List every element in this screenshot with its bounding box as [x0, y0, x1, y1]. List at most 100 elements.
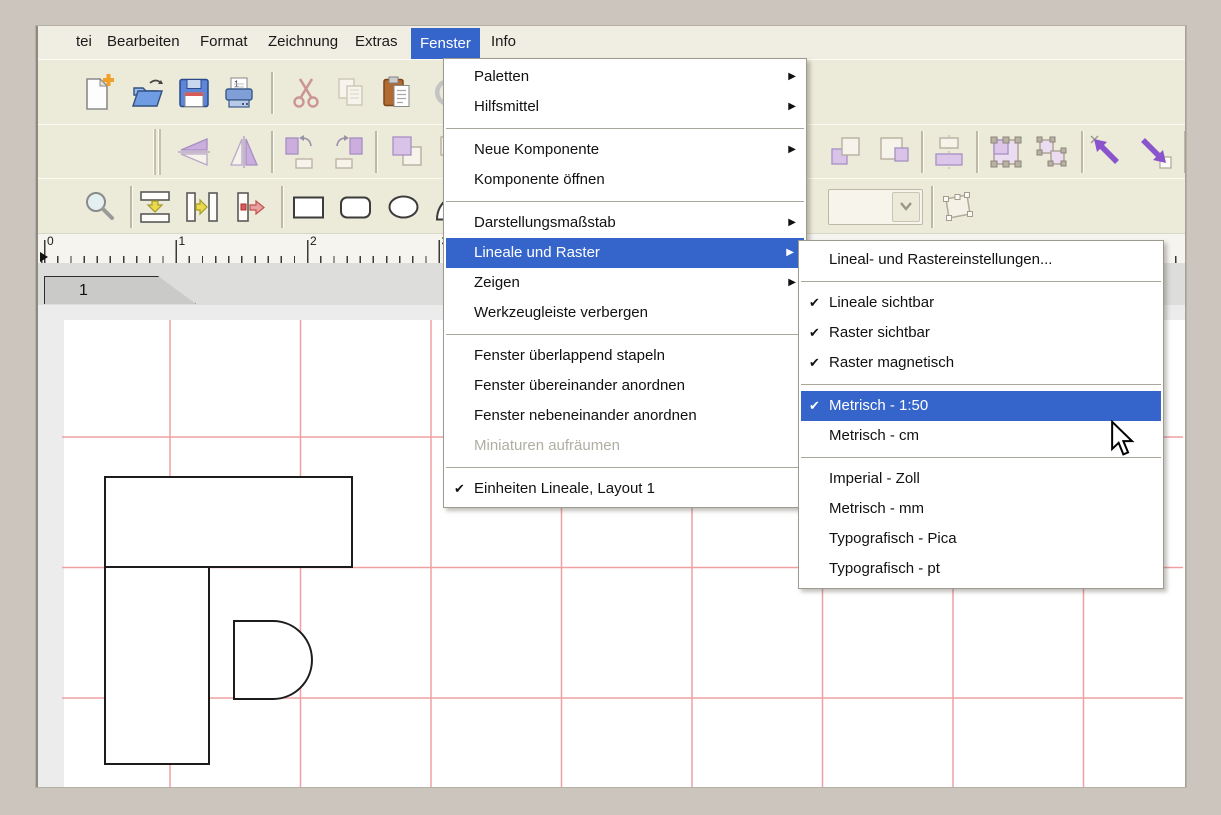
paste-icon[interactable] [381, 75, 413, 110]
toolbar-separator [271, 72, 274, 114]
zoom-icon[interactable] [83, 190, 117, 224]
menu-item-metrisch-cm[interactable]: Metrisch - cm [799, 421, 1163, 451]
split-cell-icon[interactable] [234, 190, 268, 224]
rotate-right-icon[interactable] [329, 134, 365, 170]
save-icon[interactable] [178, 76, 210, 109]
menubar-item-info[interactable]: Info [487, 26, 520, 58]
menu-separator [444, 328, 806, 341]
ruler-number: 0 [47, 234, 54, 248]
new-document-icon[interactable] [81, 74, 115, 112]
insert-column-right-icon[interactable] [185, 190, 219, 224]
menu-item-label: Fenster übereinander anordnen [474, 377, 685, 394]
submenu-arrow-icon: ▶ [788, 208, 796, 238]
menu-separator [799, 275, 1163, 288]
ungroup-icon[interactable] [1034, 134, 1070, 170]
submenu-arrow-icon: ▶ [788, 135, 796, 165]
align-center-icon[interactable] [932, 134, 968, 170]
menu-item-label: Metrisch - mm [829, 500, 924, 517]
check-icon: ✔ [809, 318, 820, 348]
menu-item-imperial-zoll[interactable]: Imperial - Zoll [799, 464, 1163, 494]
check-icon: ✔ [809, 288, 820, 318]
toolbar-separator [976, 131, 979, 173]
submenu-arrow-icon: ▶ [788, 268, 796, 298]
ellipse-tool-icon[interactable] [386, 189, 421, 224]
menubar-item-datei[interactable]: tei [72, 26, 96, 58]
menu-item-label: Darstellungsmaßstab [474, 214, 616, 231]
submenu-arrow-icon: ▶ [788, 62, 796, 92]
menu-item-metrisch-mm[interactable]: Metrisch - mm [799, 494, 1163, 524]
reduce-selection-icon[interactable] [1089, 134, 1125, 170]
insert-row-below-icon[interactable] [138, 190, 172, 224]
menubar-item-fenster[interactable]: Fenster [411, 28, 480, 59]
menu-item-paletten[interactable]: Paletten ▶ [444, 62, 806, 92]
bring-to-front-icon[interactable] [389, 134, 425, 170]
menu-item-metrisch-1-50[interactable]: ✔Metrisch - 1:50 [801, 391, 1161, 421]
menu-item-zeigen[interactable]: Zeigen ▶ [444, 268, 806, 298]
rounded-rectangle-tool-icon[interactable] [338, 189, 373, 224]
enlarge-selection-icon[interactable] [1137, 134, 1173, 170]
menu-item-werkzeugleiste-verbergen[interactable]: Werkzeugleiste verbergen [444, 298, 806, 328]
menu-item-label: Imperial - Zoll [829, 470, 920, 487]
menu-item-label: Metrisch - 1:50 [829, 397, 928, 414]
check-icon: ✔ [454, 474, 465, 504]
submenu-arrow-icon: ▶ [788, 92, 796, 122]
menu-item-lineale-sichtbar[interactable]: ✔ Lineale sichtbar [799, 288, 1163, 318]
check-icon: ✔ [809, 348, 820, 378]
menu-item-label: Raster magnetisch [829, 354, 954, 371]
menu-item-lineale-und-raster[interactable]: Lineale und Raster▶ [446, 238, 804, 268]
menu-item-raster-sichtbar[interactable]: ✔ Raster sichtbar [799, 318, 1163, 348]
menu-item-typografisch-pt[interactable]: Typografisch - pt [799, 554, 1163, 584]
toolbar-separator [271, 131, 274, 173]
menubar-item-format[interactable]: Format [196, 26, 252, 58]
menubar-item-zeichnung[interactable]: Zeichnung [264, 26, 342, 58]
menu-item-fenster-nebeneinander-anordnen[interactable]: Fenster nebeneinander anordnen [444, 401, 806, 431]
toolbar-handle[interactable] [153, 129, 162, 175]
menu-item-komponente-oeffnen[interactable]: Komponente öffnen [444, 165, 806, 195]
open-file-icon[interactable] [130, 76, 166, 110]
toolbar-separator [375, 131, 378, 173]
menu-item-label: Zeigen [474, 274, 520, 291]
menubar-item-bearbeiten[interactable]: Bearbeiten [103, 26, 184, 58]
flip-vertical-icon[interactable] [176, 134, 212, 170]
menu-bar: tei Bearbeiten Format Zeichnung Extras F… [38, 26, 1185, 60]
menu-separator [799, 378, 1163, 391]
menu-item-neue-komponente[interactable]: Neue Komponente▶ [444, 135, 806, 165]
rectangle-tool-icon[interactable] [291, 189, 326, 224]
rotate-left-icon[interactable] [283, 134, 319, 170]
dropdown-button[interactable] [892, 192, 920, 222]
menu-item-darstellungsmassstab[interactable]: Darstellungsmaßstab ▶ [444, 208, 806, 238]
menu-separator [799, 451, 1163, 464]
polygon-tool-icon[interactable] [940, 190, 976, 224]
chevron-down-icon [898, 201, 914, 213]
menu-separator [444, 461, 806, 474]
mouse-cursor-icon [1110, 420, 1136, 458]
lineale-und-raster-submenu: Lineal- und Rastereinstellungen... ✔ Line… [798, 240, 1164, 589]
menu-item-label: Lineale sichtbar [829, 294, 934, 311]
submenu-arrow-icon: ▶ [786, 238, 794, 268]
menu-item-label: Raster sichtbar [829, 324, 930, 341]
move-forward-icon[interactable] [829, 134, 865, 170]
menu-item-raster-magnetisch[interactable]: ✔ Raster magnetisch [799, 348, 1163, 378]
fenster-menu: Paletten▶ Hilfsmittel▶ Neue Komponente▶ … [443, 58, 807, 508]
menu-item-label: Einheiten Lineale, Layout 1 [474, 480, 655, 497]
toolbar-separator [1184, 131, 1186, 173]
menu-item-typografisch-pica[interactable]: Typografisch - Pica [799, 524, 1163, 554]
ruler-marker-icon [40, 252, 48, 262]
flip-horizontal-icon[interactable] [226, 134, 262, 170]
copy-icon[interactable] [335, 76, 367, 110]
menu-separator [444, 122, 806, 135]
style-dropdown[interactable] [828, 189, 923, 225]
cut-icon[interactable] [290, 76, 322, 110]
menu-item-label: Paletten [474, 68, 529, 85]
menu-item-fenster-uebereinander-anordnen[interactable]: Fenster übereinander anordnen [444, 371, 806, 401]
send-backward-icon[interactable] [877, 134, 913, 170]
menubar-item-extras[interactable]: Extras [351, 26, 402, 58]
menu-item-fenster-ueberlappend-stapeln[interactable]: Fenster überlappend stapeln [444, 341, 806, 371]
menu-item-label: Typografisch - Pica [829, 530, 957, 547]
menu-item-hilfsmittel[interactable]: Hilfsmittel▶ [444, 92, 806, 122]
group-icon[interactable] [988, 134, 1024, 170]
print-icon[interactable]: 1 [223, 76, 257, 110]
menu-item-einheiten-lineale-layout-1[interactable]: ✔ Einheiten Lineale, Layout 1 [444, 474, 806, 504]
page-tab-1[interactable]: 1 [44, 276, 196, 304]
menu-item-lineal-und-rastereinstellungen[interactable]: Lineal- und Rastereinstellungen... [799, 245, 1163, 275]
